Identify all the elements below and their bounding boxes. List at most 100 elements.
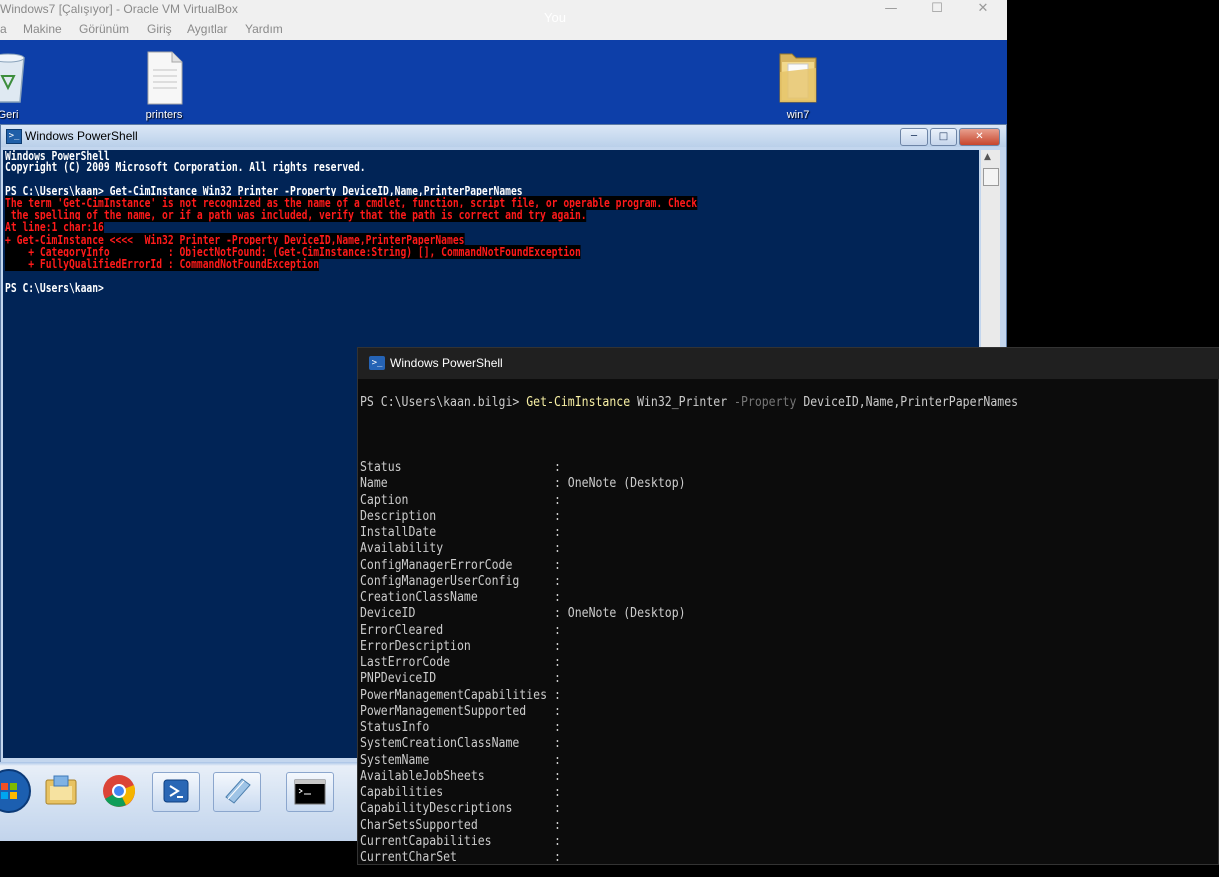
property-separator: : <box>512 557 568 573</box>
menu-item-machine[interactable]: Makine <box>23 22 62 36</box>
property-row: ConfigManagerUserConfig : <box>360 574 568 590</box>
property-separator: : <box>470 638 568 654</box>
folder-icon <box>779 53 817 103</box>
property-name: Availability <box>360 541 444 557</box>
property-separator: : <box>443 622 568 638</box>
host-powershell-titlebar[interactable]: >_ Windows PowerShell <box>358 348 1219 379</box>
property-separator: : <box>547 687 568 703</box>
window-title: Windows PowerShell <box>390 356 503 370</box>
property-row: CharSetsSupported : <box>360 818 568 834</box>
property-name: PNPDeviceID <box>360 671 437 687</box>
desktop-icon-printers[interactable]: printers <box>124 48 204 121</box>
close-button[interactable]: ✕ <box>959 128 1000 146</box>
taskbar-cmd-button[interactable] <box>286 772 334 812</box>
property-separator: : <box>526 703 568 719</box>
virtualbox-titlebar: Windows7 [Çalışıyor] - Oracle VM Virtual… <box>0 0 1007 20</box>
maximize-button[interactable]: □ <box>930 128 957 146</box>
property-separator: : <box>401 460 568 475</box>
property-separator: : <box>408 492 568 508</box>
scroll-up-icon[interactable]: ▲ <box>984 152 991 162</box>
error-line: + FullyQualifiedErrorId : CommandNotFoun… <box>5 257 320 271</box>
property-row: PowerManagementCapabilities : <box>360 688 568 704</box>
menu-item-file[interactable]: a <box>0 22 7 36</box>
property-name: Name <box>360 476 388 492</box>
terminal-argument: Win32_Printer <box>630 395 735 410</box>
property-row: Name : OneNote (Desktop) <box>360 476 686 492</box>
scrollbar-thumb[interactable] <box>983 168 999 186</box>
property-name: ConfigManagerErrorCode <box>360 557 513 573</box>
property-name: AvailableJobSheets <box>360 768 485 784</box>
property-separator: : <box>477 590 568 605</box>
explorer-icon[interactable] <box>38 772 84 810</box>
property-value: OneNote (Desktop) <box>567 476 686 492</box>
property-name: CurrentCapabilities <box>360 833 492 849</box>
terminal-prompt: PS C:\Users\kaan.bilgi> <box>360 395 527 410</box>
property-name: DeviceID <box>360 606 416 622</box>
desktop-icon-label: Geri <box>0 109 19 121</box>
console-line: Copyright (C) 2009 Microsoft Corporation… <box>5 160 366 174</box>
property-row: CurrentCapabilities : <box>360 834 568 850</box>
property-name: CreationClassName <box>360 590 478 605</box>
property-separator: : <box>519 573 568 589</box>
property-separator: : <box>491 833 568 849</box>
menu-item-devices[interactable]: Aygıtlar <box>187 22 227 36</box>
notepad-icon <box>225 778 251 804</box>
property-name: CurrentCharSet <box>360 850 457 865</box>
screen-share-label: You <box>544 10 566 25</box>
text-file-icon <box>147 51 183 105</box>
cmd-icon <box>294 779 326 805</box>
property-name: InstallDate <box>360 525 437 540</box>
start-orb-icon[interactable] <box>0 768 32 814</box>
property-separator: : <box>512 801 568 817</box>
property-row: LastErrorCode : <box>360 655 568 671</box>
desktop-icon-win7[interactable]: win7 <box>758 48 838 121</box>
close-icon[interactable]: ✕ <box>960 0 1006 20</box>
terminal-command-line: PS C:\Users\kaan.bilgi> Get-CimInstance … <box>360 395 1018 411</box>
taskbar-notepad-button[interactable] <box>213 772 261 812</box>
guest-powershell-titlebar[interactable]: >_ Windows PowerShell ─ □ ✕ <box>1 125 1006 147</box>
virtualbox-title: Windows7 [Çalışıyor] - Oracle VM Virtual… <box>0 2 238 16</box>
powershell-icon <box>163 779 189 803</box>
property-name: Capabilities <box>360 785 444 800</box>
minimize-icon[interactable]: — <box>868 0 914 20</box>
property-name: CapabilityDescriptions <box>360 801 513 817</box>
property-name: Description <box>360 508 437 524</box>
virtualbox-menubar: a Makine Görünüm Giriş Aygıtlar Yardım <box>0 20 1007 40</box>
property-name: StatusInfo <box>360 720 430 735</box>
property-separator: : <box>443 785 568 800</box>
property-separator: : <box>387 476 568 492</box>
property-name: Caption <box>360 492 409 508</box>
property-row: SystemCreationClassName : <box>360 736 568 752</box>
menu-item-help[interactable]: Yardım <box>245 22 283 36</box>
property-name: ConfigManagerUserConfig <box>360 573 520 589</box>
property-name: PowerManagementSupported <box>360 703 527 719</box>
chrome-icon[interactable] <box>96 772 142 810</box>
desktop-icon-label: win7 <box>786 109 810 121</box>
property-row: SystemName : <box>360 753 568 769</box>
maximize-icon[interactable]: ☐ <box>914 0 960 20</box>
property-separator: : <box>436 671 568 687</box>
property-separator: : <box>429 720 568 735</box>
taskbar-powershell-button[interactable] <box>152 772 200 812</box>
property-separator: : <box>456 850 568 865</box>
property-row: Availability : <box>360 541 568 557</box>
property-row: CapabilityDescriptions : <box>360 801 568 817</box>
property-row: PowerManagementSupported : <box>360 704 568 720</box>
menu-item-input[interactable]: Giriş <box>147 22 172 36</box>
property-row: StatusInfo : <box>360 720 568 736</box>
menu-item-view[interactable]: Görünüm <box>79 22 129 36</box>
terminal-parameter-values: DeviceID,Name,PrinterPaperNames <box>796 395 1019 410</box>
property-separator: : <box>450 655 568 670</box>
property-row: DeviceID : OneNote (Desktop) <box>360 606 686 622</box>
minimize-button[interactable]: ─ <box>900 128 928 146</box>
desktop-icon-recycle-bin[interactable]: Geri <box>0 48 48 121</box>
property-row: Caption : <box>360 493 568 509</box>
property-row: PNPDeviceID : <box>360 671 568 687</box>
property-separator: : <box>436 525 568 540</box>
property-row: InstallDate : <box>360 525 568 541</box>
property-row: Capabilities : <box>360 785 568 801</box>
property-name: LastErrorCode <box>360 655 451 670</box>
terminal-parameter: -Property <box>734 395 797 410</box>
desktop-icon-label: printers <box>145 109 183 121</box>
property-row: Description : <box>360 509 568 525</box>
